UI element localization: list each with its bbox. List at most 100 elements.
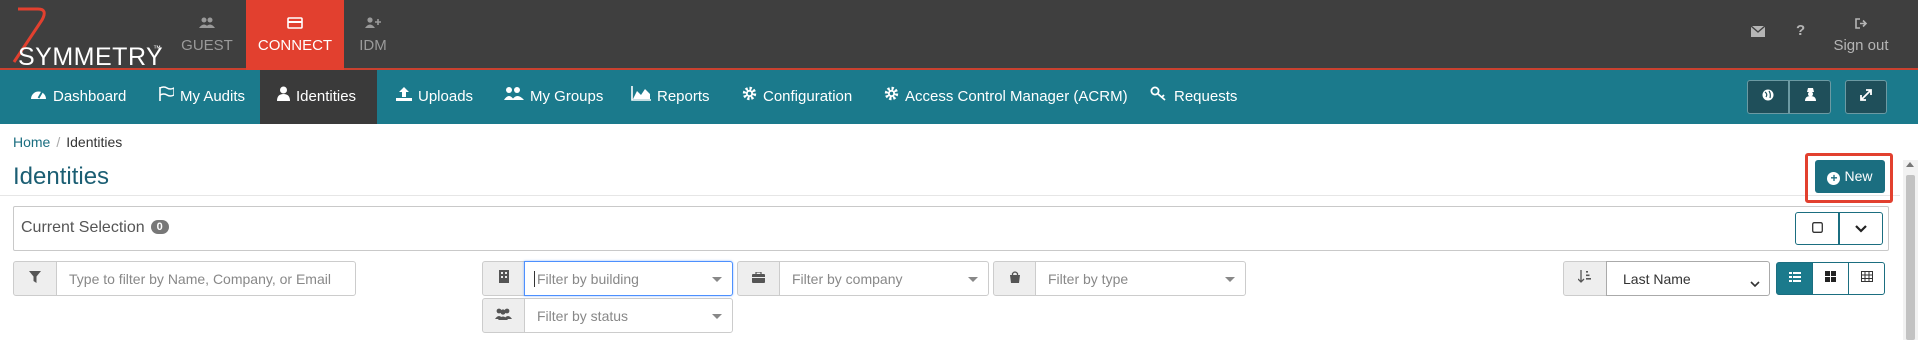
building-filter-placeholder: Filter by building — [534, 271, 639, 287]
app-tab-guest[interactable]: GUEST — [176, 0, 238, 70]
app-tab-connect[interactable]: CONNECT — [246, 0, 344, 70]
nav-item-my-groups[interactable]: My Groups — [504, 70, 603, 124]
user-icon — [277, 70, 290, 124]
new-button-label: New — [1844, 168, 1873, 184]
brand-name: SYMMETRY — [18, 43, 164, 71]
filter-icon — [29, 271, 41, 286]
dashboard-icon — [30, 70, 47, 124]
nav-item-label: Configuration — [763, 88, 853, 105]
scrollbar-thumb[interactable] — [1906, 175, 1915, 340]
upload-icon — [396, 70, 412, 124]
symmetry-logo[interactable]: SYMMETRY ™ — [8, 6, 168, 71]
breadcrumb-current: Identities — [66, 134, 123, 150]
sort-amount-icon — [1577, 270, 1592, 286]
type-addon — [993, 261, 1036, 296]
sign-out-button[interactable]: Sign out — [1826, 0, 1896, 70]
expand-icon — [1860, 89, 1872, 104]
grid-icon — [1825, 271, 1836, 285]
text-filter-placeholder: Type to filter by Name, Company, or Emai… — [69, 271, 331, 287]
nav-item-requests[interactable]: Requests — [1150, 70, 1237, 124]
nav-item-label: Access Control Manager (ACRM) — [905, 88, 1128, 105]
type-filter-placeholder: Filter by type — [1048, 271, 1129, 287]
users-icon — [495, 308, 512, 323]
dropdown-caret-icon — [712, 277, 722, 282]
nav-item-label: Dashboard — [53, 88, 127, 105]
breadcrumb-home[interactable]: Home — [13, 134, 50, 150]
building-filter-select[interactable]: Filter by building — [524, 261, 733, 296]
list-view-button[interactable] — [1776, 262, 1813, 295]
company-filter-placeholder: Filter by company — [792, 271, 903, 287]
type-filter-select[interactable]: Filter by type — [1035, 261, 1246, 296]
filter-addon — [13, 261, 57, 296]
app-tab-idm[interactable]: IDM — [352, 0, 394, 70]
area-chart-icon — [631, 70, 651, 124]
current-selection-label: Current Selection 0 — [21, 219, 169, 237]
nav-item-label: My Groups — [530, 88, 604, 105]
building-addon — [482, 261, 525, 296]
nav-item-dashboard[interactable]: Dashboard — [30, 70, 126, 124]
nav-item-label: Uploads — [418, 88, 474, 105]
new-identity-button[interactable]: + New — [1815, 160, 1885, 193]
fullscreen-button[interactable] — [1845, 80, 1887, 114]
user-secret-button[interactable] — [1789, 80, 1831, 114]
nav-item-configuration[interactable]: Configuration — [742, 70, 852, 124]
sort-addon — [1563, 261, 1607, 296]
nav-item-reports[interactable]: Reports — [631, 70, 710, 124]
globe-button[interactable] — [1747, 80, 1789, 114]
plus-circle-icon: + — [1827, 172, 1841, 185]
status-filter-placeholder: Filter by status — [537, 308, 629, 324]
sort-select-value: Last Name — [1623, 271, 1691, 287]
dropdown-caret-icon — [1225, 277, 1235, 282]
gear-icon — [884, 70, 899, 124]
sort-select[interactable]: Last Name — [1606, 261, 1770, 296]
text-filter-input[interactable]: Type to filter by Name, Company, or Emai… — [56, 261, 356, 296]
select-all-button[interactable] — [1795, 212, 1839, 245]
status-addon — [482, 298, 525, 333]
main-nav: Dashboard My Audits Identities Uploads M… — [0, 70, 1918, 124]
flag-icon — [158, 70, 175, 124]
company-filter-select[interactable]: Filter by company — [779, 261, 989, 296]
scroll-up-arrow-icon[interactable] — [1906, 162, 1914, 167]
page-header: Identities — [0, 160, 1900, 196]
chevron-down-icon — [1855, 220, 1867, 236]
current-selection-panel: Current Selection 0 — [13, 206, 1889, 251]
breadcrumb: Home / Identities — [13, 134, 122, 150]
breadcrumb-separator: / — [56, 134, 61, 150]
briefcase-icon — [752, 271, 765, 286]
status-filter-select[interactable]: Filter by status — [524, 298, 733, 333]
nav-item-my-audits[interactable]: My Audits — [158, 70, 245, 124]
dropdown-caret-icon — [712, 314, 722, 319]
globe-icon — [1762, 89, 1774, 104]
help-icon[interactable]: ? — [1796, 22, 1805, 39]
sign-out-label: Sign out — [1833, 37, 1889, 54]
sign-out-icon — [1826, 17, 1896, 32]
nav-item-label: Identities — [296, 88, 357, 105]
app-tab-label: GUEST — [181, 37, 233, 54]
checkbox-icon — [1811, 220, 1823, 236]
user-secret-icon — [1804, 88, 1816, 104]
selection-count-badge: 0 — [150, 220, 169, 234]
shopping-bag-icon — [1009, 271, 1021, 286]
table-icon — [1860, 271, 1873, 285]
nav-item-uploads[interactable]: Uploads — [396, 70, 473, 124]
app-tab-label: CONNECT — [257, 37, 333, 54]
nav-item-access-control-manager[interactable]: Access Control Manager (ACRM) — [884, 70, 1128, 124]
users-icon — [504, 70, 524, 124]
nav-item-identities[interactable]: Identities — [260, 70, 377, 124]
top-bar: SYMMETRY ™ GUEST CONNECT IDM ? Sign out — [0, 0, 1918, 71]
dropdown-caret-icon — [968, 277, 978, 282]
users-icon — [176, 16, 238, 32]
table-view-button[interactable] — [1848, 262, 1885, 295]
gear-icon — [742, 70, 757, 124]
trademark: ™ — [153, 44, 161, 53]
building-icon — [498, 270, 509, 286]
nav-item-label: My Audits — [180, 88, 246, 105]
expand-selection-button[interactable] — [1839, 212, 1883, 245]
key-icon — [1150, 70, 1168, 124]
envelope-icon[interactable] — [1750, 24, 1766, 41]
current-selection-text: Current Selection — [21, 219, 145, 236]
nav-item-label: Reports — [657, 88, 710, 105]
card-icon — [246, 16, 344, 32]
list-icon — [1788, 271, 1801, 285]
grid-view-button[interactable] — [1812, 262, 1849, 295]
